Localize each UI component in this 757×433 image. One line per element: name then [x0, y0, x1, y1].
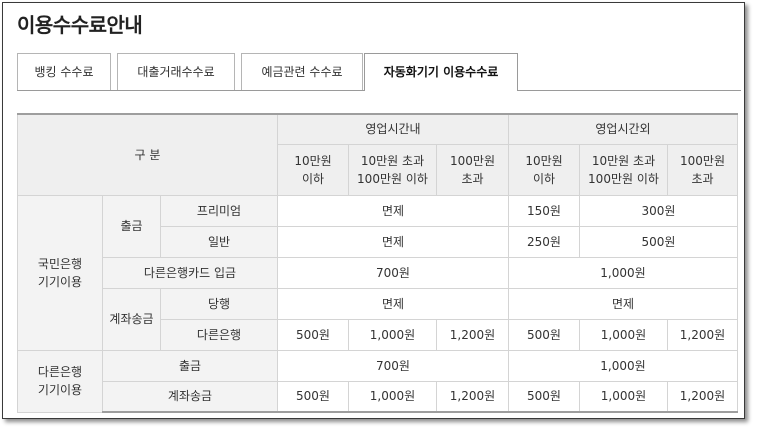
premium-out-mid-fee: 300원 [579, 194, 738, 227]
page-title: 이용수수료안내 [17, 13, 143, 37]
header-out-hours: 영업시간외 [508, 113, 738, 145]
other-machine-group-label: 다른은행 기기이용 [17, 349, 103, 413]
other-bank-label: 다른은행 [160, 318, 278, 351]
col-out-over-1m: 100만원 초과 [667, 143, 738, 196]
same-bank-in-fee: 면제 [277, 287, 509, 320]
other-transfer-fee-cell: 1,000원 [579, 380, 668, 413]
kb-machine-group-label: 국민은행 기기이용 [17, 194, 103, 351]
atm-fee-table: 구 분 영업시간내 영업시간외 10만원 이하 10만원 초과 100만원 이하… [17, 113, 738, 413]
col-in-up-to-100k: 10만원 이하 [277, 143, 349, 196]
kb-withdraw-label: 출금 [102, 194, 161, 258]
other-card-deposit-in-fee: 700원 [277, 256, 509, 289]
other-bank-fee-cell: 500원 [277, 318, 349, 351]
premium-out-low-fee: 150원 [508, 194, 580, 227]
other-bank-fee-cell: 1,000원 [579, 318, 668, 351]
other-transfer-fee-cell: 500원 [277, 380, 349, 413]
same-bank-label: 당행 [160, 287, 278, 320]
normal-out-low-fee: 250원 [508, 225, 580, 258]
other-transfer-fee-cell: 1,200원 [667, 380, 738, 413]
col-out-100k-to-1m: 10만원 초과 100만원 이하 [579, 143, 668, 196]
fee-guide-panel: 이용수수료안내 뱅킹 수수료 대출거래수수료 예금관련 수수료 자동화기기 이용… [2, 2, 745, 419]
premium-in-hours-fee: 면제 [277, 194, 509, 227]
normal-in-hours-fee: 면제 [277, 225, 509, 258]
other-bank-fee-cell: 500원 [508, 318, 580, 351]
premium-label: 프리미엄 [160, 194, 278, 227]
tab-atm-fee[interactable]: 자동화기기 이용수수료 [364, 53, 518, 91]
table-row: 다른은행 기기이용 출금 700원 1,000원 [17, 349, 738, 413]
table-row: 계좌송금 500원 1,000원 1,200원 500원 1,000원 1,20… [18, 380, 738, 413]
same-bank-out-fee: 면제 [508, 287, 738, 320]
table-row: 계좌송금 당행 면제 면제 [18, 287, 738, 351]
normal-out-mid-fee: 500원 [579, 225, 738, 258]
col-out-up-to-100k: 10만원 이하 [508, 143, 580, 196]
other-withdraw-label: 출금 [102, 349, 278, 382]
other-withdraw-in-fee: 700원 [277, 349, 509, 382]
normal-label: 일반 [160, 225, 278, 258]
other-withdraw-out-fee: 1,000원 [508, 349, 738, 382]
header-in-hours: 영업시간내 [277, 113, 509, 145]
col-in-100k-to-1m: 10만원 초과 100만원 이하 [348, 143, 437, 196]
other-bank-fee-cell: 1,000원 [348, 318, 437, 351]
other-card-deposit-label: 다른은행카드 입금 [102, 256, 278, 289]
other-transfer-fee-cell: 1,000원 [348, 380, 437, 413]
header-division: 구 분 [17, 113, 278, 196]
other-transfer-fee-cell: 1,200원 [436, 380, 509, 413]
table-row: 다른은행카드 입금 700원 1,000원 [18, 256, 738, 289]
col-in-over-1m: 100만원 초과 [436, 143, 509, 196]
other-card-deposit-out-fee: 1,000원 [508, 256, 738, 289]
other-bank-fee-cell: 1,200원 [667, 318, 738, 351]
kb-transfer-label: 계좌송금 [102, 287, 161, 351]
tab-loan-fee[interactable]: 대출거래수수료 [117, 53, 235, 90]
table-row: 국민은행 기기이용 출금 프리미엄 면제 150원 300원 [17, 194, 738, 351]
other-bank-fee-cell: 1,200원 [436, 318, 509, 351]
tab-banking-fee[interactable]: 뱅킹 수수료 [17, 53, 111, 90]
other-transfer-label: 계좌송금 [102, 380, 278, 413]
tab-deposit-fee[interactable]: 예금관련 수수료 [241, 53, 363, 90]
other-transfer-fee-cell: 500원 [508, 380, 580, 413]
